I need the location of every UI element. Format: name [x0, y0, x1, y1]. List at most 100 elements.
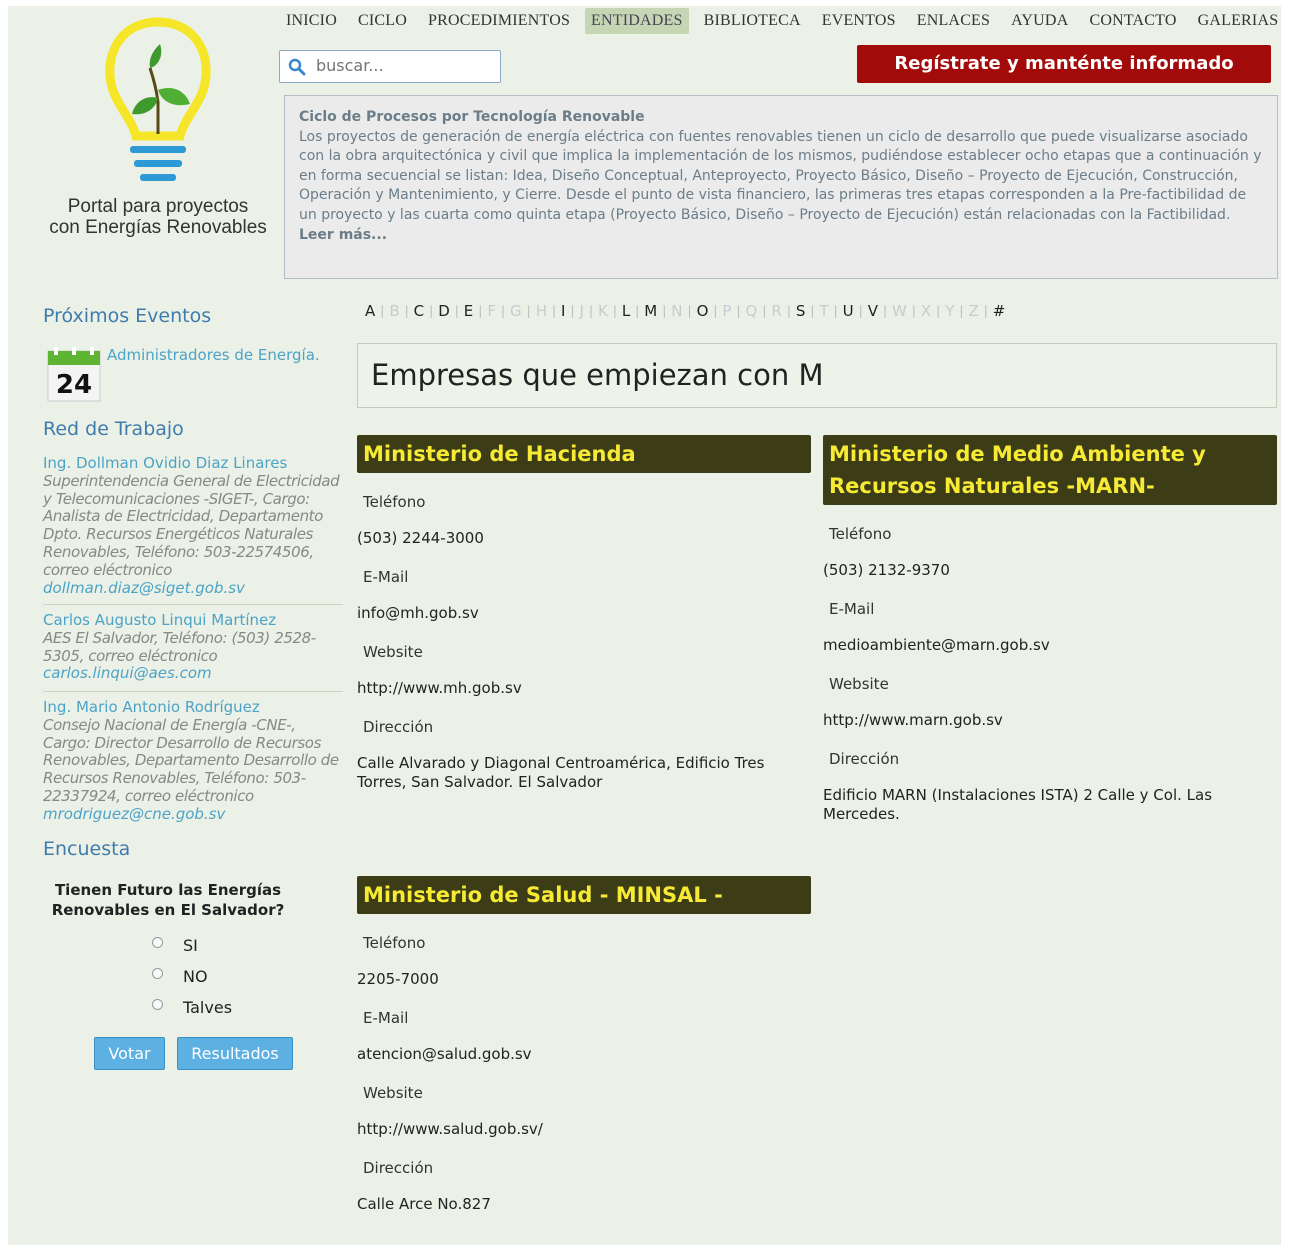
contact-name[interactable]: Ing. Mario Antonio Rodríguez	[43, 698, 343, 717]
nav-item-eventos[interactable]: EVENTOS	[816, 8, 902, 34]
alpha-letter-w: W	[892, 302, 907, 320]
lightbulb-logo-icon	[105, 17, 211, 181]
alpha-separator: |	[404, 304, 409, 318]
nav-item-contacto[interactable]: CONTACTO	[1083, 8, 1182, 34]
nav-item-galerias[interactable]: GALERIAS	[1192, 8, 1285, 34]
network-heading: Red de Trabajo	[43, 418, 184, 440]
alpha-separator: |	[810, 304, 815, 318]
alpha-letter-d[interactable]: D	[438, 302, 450, 320]
contact-description: Consejo Nacional de Energía -CNE-, Cargo…	[43, 715, 339, 805]
entity-title[interactable]: Ministerio de Hacienda	[357, 435, 811, 473]
entity-card: Ministerio de Medio Ambiente y Recursos …	[823, 435, 1277, 824]
contact-email-link[interactable]: mrodriguez@cne.gob.sv	[43, 805, 225, 823]
alpha-letter-v[interactable]: V	[868, 302, 878, 320]
nav-item-enlaces[interactable]: ENLACES	[911, 8, 996, 34]
alpha-letter-x: X	[920, 302, 932, 320]
alpha-letter-l[interactable]: L	[622, 302, 630, 320]
alpha-separator: |	[612, 304, 617, 318]
nav-item-ayuda[interactable]: AYUDA	[1005, 8, 1074, 34]
alpha-separator: |	[429, 304, 434, 318]
alpha-letter-m[interactable]: M	[644, 302, 657, 320]
poll-option-label: SI	[183, 936, 198, 955]
alpha-letter-s[interactable]: S	[796, 302, 806, 320]
contact-description: Superintendencia General de Electricidad…	[43, 471, 340, 579]
search-box	[279, 50, 501, 83]
alpha-separator: |	[959, 304, 964, 318]
radio-button[interactable]	[152, 937, 163, 948]
search-input[interactable]	[316, 56, 496, 75]
address-value: Edificio MARN (Instalaciones ISTA) 2 Cal…	[823, 786, 1213, 823]
nav-item-entidades[interactable]: ENTIDADES	[585, 8, 689, 34]
phone-label: Teléfono	[363, 493, 426, 511]
contact-email-link[interactable]: dollman.diaz@siget.gob.sv	[43, 579, 245, 597]
register-button[interactable]: Regístrate y manténte informado	[857, 45, 1271, 83]
website-value: http://www.marn.gob.sv	[823, 711, 1003, 729]
intro-box: Ciclo de Procesos por Tecnología Renovab…	[284, 95, 1278, 279]
nav-item-inicio[interactable]: INICIO	[280, 8, 343, 34]
nav-item-procedimientos[interactable]: PROCEDIMIENTOS	[422, 8, 576, 34]
website-value: http://www.mh.gob.sv	[357, 679, 522, 697]
email-value: medioambiente@marn.gob.sv	[823, 636, 1050, 654]
alpha-letter-k: K	[597, 302, 608, 320]
entity-card: Ministerio de Salud - MINSAL - Teléfono …	[357, 876, 811, 1214]
website-label: Website	[363, 1084, 423, 1102]
intro-body: Los proyectos de generación de energía e…	[299, 128, 1262, 223]
vote-button[interactable]: Votar	[94, 1037, 165, 1070]
contact-name[interactable]: Carlos Augusto Linqui Martínez	[43, 611, 343, 630]
search-icon[interactable]	[288, 58, 306, 76]
radio-button[interactable]	[152, 999, 163, 1010]
email-value: info@mh.gob.sv	[357, 604, 479, 622]
address-label: Dirección	[829, 750, 900, 768]
event-link[interactable]: Administradores de Energía.	[107, 346, 320, 364]
alpha-separator: |	[478, 304, 483, 318]
poll-option-talves[interactable]: Talves	[152, 998, 232, 1017]
radio-button[interactable]	[152, 968, 163, 979]
alpha-letter-z: Z	[968, 302, 979, 320]
website-label: Website	[363, 643, 423, 661]
entity-title[interactable]: Ministerio de Salud - MINSAL -	[357, 876, 811, 914]
alpha-letter-t: T	[819, 302, 829, 320]
alpha-letter-i[interactable]: I	[561, 302, 565, 320]
alpha-separator: |	[588, 304, 593, 318]
poll-question: Tienen Futuro las Energías Renovables en…	[51, 881, 285, 919]
alpha-separator: |	[911, 304, 916, 318]
read-more-link[interactable]: Leer más...	[299, 227, 387, 243]
alpha-letter-y: Y	[945, 302, 955, 320]
alpha-letter-a[interactable]: A	[365, 302, 375, 320]
main-nav: INICIO CICLO PROCEDIMIENTOS ENTIDADES BI…	[280, 8, 1289, 34]
page: Portal para proyectos con Energías Renov…	[8, 6, 1281, 1245]
alpha-letter-h: H	[535, 302, 547, 320]
nav-item-biblioteca[interactable]: BIBLIOTECA	[698, 8, 807, 34]
alpha-letter-o[interactable]: O	[697, 302, 709, 320]
contact-item: Ing. Mario Antonio Rodríguez Consejo Nac…	[43, 698, 343, 824]
phone-value: (503) 2132-9370	[823, 561, 950, 579]
email-label: E-Mail	[829, 600, 875, 618]
alphabet-filter: A | B | C | D | E | F | G | H | I | J | K | L | M | N | O | P | Q | R | S | T |…	[365, 302, 1005, 320]
contact-name[interactable]: Ing. Dollman Ovidio Diaz Linares	[43, 454, 343, 473]
alpha-separator: |	[687, 304, 692, 318]
alpha-letter-hash[interactable]: #	[993, 302, 1006, 320]
entity-title[interactable]: Ministerio de Medio Ambiente y Recursos …	[823, 435, 1277, 505]
alpha-letter-c[interactable]: C	[414, 302, 424, 320]
alpha-separator: |	[570, 304, 575, 318]
page-title: Empresas que empiezan con M	[371, 358, 824, 392]
alpha-separator: |	[500, 304, 506, 318]
alpha-separator: |	[713, 304, 718, 318]
alpha-separator: |	[983, 304, 988, 318]
website-value: http://www.salud.gob.sv/	[357, 1120, 543, 1138]
alpha-letter-u[interactable]: U	[843, 302, 854, 320]
site-logo[interactable]: Portal para proyectos con Energías Renov…	[38, 14, 278, 244]
poll-option-no[interactable]: NO	[152, 967, 208, 986]
contact-email-link[interactable]: carlos.linqui@aes.com	[43, 664, 212, 682]
alpha-separator: |	[526, 304, 531, 318]
nav-item-ciclo[interactable]: CICLO	[352, 8, 413, 34]
poll-option-si[interactable]: SI	[152, 936, 198, 955]
logo-caption: Portal para proyectos con Energías Renov…	[38, 196, 278, 238]
contact-description: AES El Salvador, Teléfono: (503) 2528-53…	[43, 628, 316, 665]
alpha-separator: |	[551, 304, 557, 318]
address-label: Dirección	[363, 718, 434, 736]
address-value: Calle Arce No.827	[357, 1195, 491, 1213]
alpha-letter-e[interactable]: E	[464, 302, 473, 320]
results-button[interactable]: Resultados	[177, 1037, 293, 1070]
alpha-letter-b: B	[389, 302, 400, 320]
